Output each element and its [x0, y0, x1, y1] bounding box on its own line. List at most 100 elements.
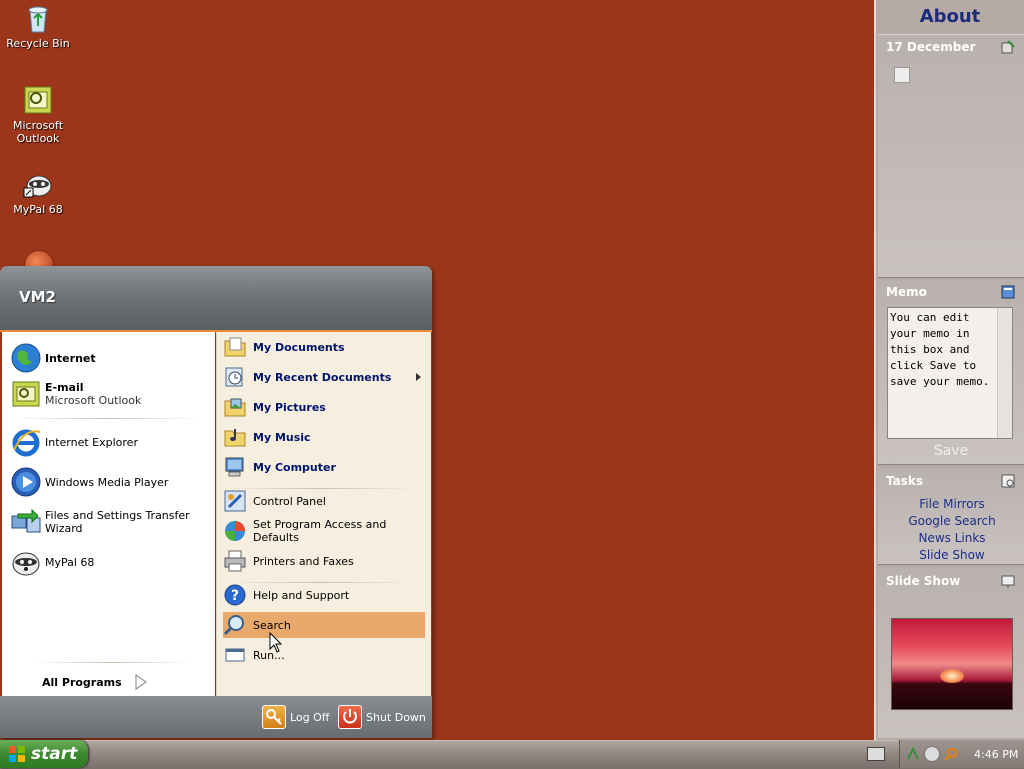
- place-my-computer[interactable]: My Computer: [223, 454, 425, 480]
- system-control-panel[interactable]: Control Panel: [223, 488, 425, 514]
- red-circle-icon: [24, 250, 54, 266]
- mouse-cursor-icon: [269, 631, 283, 654]
- svg-text:?: ?: [231, 588, 239, 604]
- clock[interactable]: 4:46 PM: [974, 748, 1018, 761]
- desktop-icon-outlook[interactable]: Microsoft Outlook: [0, 84, 76, 145]
- memo-header: Memo: [886, 285, 927, 299]
- mypal-icon: [10, 546, 42, 578]
- pinned-item-internet[interactable]: Internet: [10, 340, 214, 376]
- system-label: Control Panel: [253, 494, 326, 508]
- start-menu-places: My Documents My Recent Documents My Pict…: [216, 332, 431, 696]
- globe-icon: [10, 342, 42, 374]
- sidebar-title[interactable]: About: [876, 6, 1024, 27]
- place-my-documents[interactable]: My Documents: [223, 334, 425, 360]
- place-label: My Documents: [253, 340, 345, 354]
- place-my-recent-documents[interactable]: My Recent Documents: [223, 364, 425, 390]
- pinned-item-email[interactable]: E-mail Microsoft Outlook: [10, 376, 214, 412]
- start-label: start: [31, 744, 78, 764]
- calendar-settings-icon[interactable]: [1000, 39, 1016, 55]
- recent-item-media-player[interactable]: Windows Media Player: [10, 464, 214, 500]
- place-label: My Music: [253, 430, 311, 444]
- all-programs-button[interactable]: All Programs: [42, 670, 162, 694]
- log-off-button[interactable]: Log Off: [262, 704, 332, 730]
- outlook-icon: [22, 84, 54, 116]
- start-menu-header: [0, 266, 432, 332]
- place-my-pictures[interactable]: My Pictures: [223, 394, 425, 420]
- windows-logo-icon: [8, 745, 26, 763]
- system-label: Printers and Faxes: [253, 554, 354, 568]
- system-program-defaults[interactable]: Set Program Access and Defaults: [223, 518, 425, 544]
- help-label: Help and Support: [253, 588, 350, 602]
- recycle-bin-icon: [22, 2, 54, 34]
- shut-down-button[interactable]: Shut Down: [338, 704, 428, 730]
- start-menu: VM2 Internet E-mail Microsoft Outlook In…: [0, 266, 432, 738]
- ie-icon: [10, 426, 42, 458]
- system-label: Set Program Access and Defaults: [253, 518, 387, 544]
- user-name: VM2: [19, 288, 56, 306]
- search-icon: [223, 613, 247, 637]
- folder-music-icon: [223, 425, 247, 449]
- help-and-support[interactable]: ? Help and Support: [223, 582, 425, 608]
- start-menu-footer: Log Off Shut Down: [0, 696, 432, 738]
- program-defaults-icon: [223, 519, 247, 543]
- start-button[interactable]: start: [0, 740, 88, 768]
- task-link-slide-show[interactable]: Slide Show: [878, 548, 1024, 562]
- system-printers-faxes[interactable]: Printers and Faxes: [223, 548, 425, 574]
- place-label: My Computer: [253, 460, 336, 474]
- task-link-google-search[interactable]: Google Search: [878, 514, 1024, 528]
- network-icon[interactable]: [906, 746, 920, 761]
- separator: [32, 662, 192, 663]
- desktop-icon-recycle-bin[interactable]: Recycle Bin: [0, 2, 76, 50]
- memo-textarea[interactable]: You can edit your memo in this box and c…: [887, 307, 1013, 439]
- start-menu-programs: Internet E-mail Microsoft Outlook Intern…: [2, 332, 215, 696]
- memo-text: You can edit your memo in this box and c…: [890, 311, 990, 388]
- task-link-file-mirrors[interactable]: File Mirrors: [878, 497, 1024, 511]
- folder-documents-icon: [223, 335, 247, 359]
- slideshow-header: Slide Show: [886, 574, 961, 588]
- control-panel-icon: [223, 489, 247, 513]
- media-player-icon: [10, 466, 42, 498]
- pinned-item-sublabel: Microsoft Outlook: [45, 394, 142, 407]
- submenu-arrow-icon: [416, 373, 421, 381]
- separator: [12, 418, 202, 419]
- volume-icon[interactable]: [924, 746, 940, 762]
- outlook-icon: [10, 378, 42, 410]
- desktop-icon-label: Recycle Bin: [6, 37, 70, 50]
- memo-scrollbar[interactable]: [997, 308, 1012, 438]
- recent-item-transfer-wizard[interactable]: Files and Settings Transfer Wizard: [10, 504, 214, 540]
- tasks-settings-icon[interactable]: [1000, 473, 1016, 489]
- recent-documents-icon: [223, 365, 247, 389]
- power-icon: [338, 705, 362, 729]
- slideshow-image[interactable]: [891, 618, 1013, 710]
- recent-item-internet-explorer[interactable]: Internet Explorer: [10, 424, 214, 460]
- tasks-header: Tasks: [886, 474, 924, 488]
- folder-pictures-icon: [223, 395, 247, 419]
- system-tray: 4:46 PM: [899, 740, 1024, 768]
- memo-save-button[interactable]: Save: [878, 443, 1024, 459]
- place-label: My Recent Documents: [253, 370, 392, 384]
- task-link-news-links[interactable]: News Links: [878, 531, 1024, 545]
- recent-item-mypal[interactable]: MyPal 68: [10, 544, 214, 580]
- memo-gadget: Memo You can edit your memo in this box …: [878, 280, 1024, 465]
- search-tray-icon[interactable]: [944, 747, 958, 761]
- run-icon: [223, 643, 247, 667]
- help-label: Search: [253, 618, 291, 632]
- recent-item-label: Windows Media Player: [45, 475, 169, 489]
- printer-icon: [223, 549, 247, 573]
- desktop-icon-label: MyPal 68: [13, 203, 63, 216]
- calendar-header: 17 December: [886, 40, 976, 54]
- place-my-music[interactable]: My Music: [223, 424, 425, 450]
- arrow-right-icon: [132, 674, 148, 690]
- slideshow-settings-icon[interactable]: [1000, 573, 1016, 589]
- pinned-item-label: Internet: [45, 351, 96, 365]
- keyboard-icon[interactable]: [867, 747, 885, 761]
- help-icon: ?: [223, 583, 247, 607]
- desktop-icon-partial[interactable]: [24, 250, 54, 266]
- search-item[interactable]: Search: [223, 612, 425, 638]
- memo-edit-icon[interactable]: [1000, 284, 1016, 300]
- run-item[interactable]: Run...: [223, 642, 425, 668]
- desktop-icon-label: Microsoft Outlook: [12, 119, 64, 145]
- calendar-gadget: 17 December: [878, 34, 1024, 278]
- mypal-icon: [22, 168, 54, 200]
- desktop-icon-mypal[interactable]: MyPal 68: [0, 168, 76, 216]
